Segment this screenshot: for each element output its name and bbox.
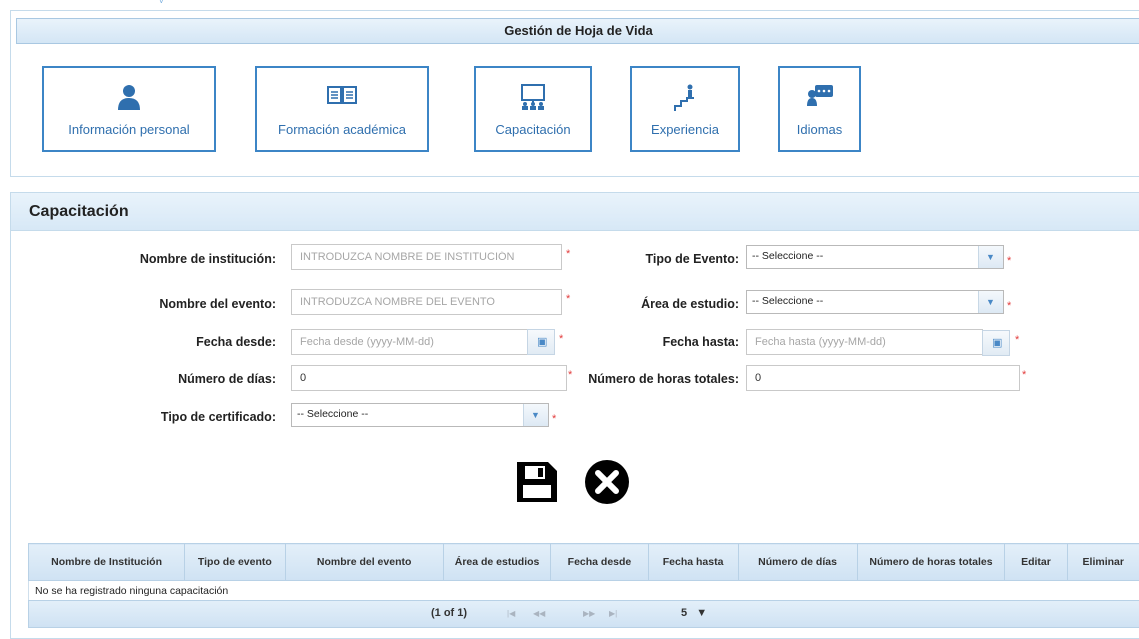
required-mark: *	[552, 413, 557, 425]
date-to-label: Fecha hasta:	[662, 335, 739, 349]
cv-management-panel: Gestión de Hoja de Vida Información pers…	[10, 10, 1139, 177]
dropdown-button[interactable]: ▼	[978, 291, 1003, 313]
training-table: Nombre de Institución Tipo de evento Nom…	[27, 543, 1139, 602]
column-header[interactable]: Área de estudios	[442, 543, 552, 581]
column-header[interactable]: Tipo de evento	[184, 543, 286, 581]
column-header[interactable]: Número de días	[737, 543, 858, 581]
days-input[interactable]	[291, 365, 567, 391]
event-name-label: Nombre del evento:	[159, 297, 276, 311]
study-area-label: Área de estudio:	[641, 297, 739, 311]
last-page-icon[interactable]: ▶|	[609, 609, 617, 618]
nav-card-languages[interactable]: Idiomas	[778, 66, 861, 152]
open-book-icon	[257, 84, 427, 110]
training-form-panel: Capacitación Nombre de institución: * Ti…	[10, 192, 1139, 639]
close-circle-icon[interactable]	[584, 459, 630, 505]
event-type-select[interactable]: -- Seleccione -- ▼	[746, 245, 1004, 269]
certificate-type-label: Tipo de certificado:	[160, 410, 276, 424]
table-row: No se ha registrado ninguna capacitación	[28, 580, 1139, 602]
certificate-type-value: -- Seleccione --	[297, 408, 369, 420]
rows-per-page-value: 5	[681, 607, 688, 619]
nav-card-label: Capacitación	[495, 122, 571, 137]
training-panel-header: Capacitación	[11, 193, 1139, 231]
chevron-down-icon: ▼	[531, 410, 540, 420]
required-mark: *	[1007, 255, 1012, 267]
event-type-label: Tipo de Evento:	[645, 252, 739, 266]
study-area-value: -- Seleccione --	[752, 295, 824, 307]
nav-card-academic[interactable]: Formación académica	[255, 66, 429, 152]
column-header[interactable]: Nombre de Institución	[27, 543, 186, 581]
hours-label: Número de horas totales:	[588, 372, 739, 386]
empty-message: No se ha registrado ninguna capacitación	[28, 580, 1139, 602]
page-info: (1 of 1)	[431, 607, 468, 619]
required-mark: *	[566, 293, 571, 305]
first-page-icon[interactable]: |◀	[507, 609, 515, 618]
date-from-label: Fecha desde:	[196, 335, 276, 349]
nav-card-label: Experiencia	[651, 122, 719, 137]
table-header-row: Nombre de Institución Tipo de evento Nom…	[27, 543, 1139, 581]
paginator: (1 of 1) |◀ ◀◀ ▶▶ ▶| 5 ▼	[28, 600, 1139, 628]
calendar-icon: ▣	[992, 337, 1003, 349]
previous-page-icon[interactable]: ◀◀	[533, 609, 545, 618]
floppy-disk-icon[interactable]	[514, 459, 560, 505]
chevron-down-icon: ▼	[986, 252, 995, 262]
dropdown-button[interactable]: ▼	[978, 246, 1003, 268]
nav-card-experience[interactable]: Experiencia	[630, 66, 740, 152]
calendar-icon: ▣	[537, 336, 548, 348]
chevron-down-icon: ▼	[986, 297, 995, 307]
event-name-input[interactable]	[291, 289, 562, 315]
institution-label: Nombre de institución:	[139, 252, 276, 266]
column-header[interactable]: Fecha hasta	[647, 543, 739, 581]
panel-title: Gestión de Hoja de Vida	[16, 18, 1139, 44]
presentation-board-icon	[476, 84, 590, 110]
nav-card-label: Idiomas	[796, 122, 843, 137]
rows-per-page-select[interactable]: 5 ▼	[681, 607, 707, 619]
nav-card-label: Información personal	[68, 122, 190, 137]
person-icon	[44, 84, 214, 110]
dropdown-button[interactable]: ▼	[523, 404, 548, 426]
date-to-input[interactable]	[746, 329, 983, 355]
date-to-calendar-button[interactable]: ▣	[982, 330, 1010, 356]
required-mark: *	[559, 333, 564, 345]
stairs-climb-icon	[632, 84, 738, 111]
required-mark: *	[566, 248, 571, 260]
hours-input[interactable]	[746, 365, 1020, 391]
required-mark: *	[568, 369, 573, 381]
training-panel-title: Capacitación	[29, 203, 129, 220]
speech-bubble-icon	[780, 84, 859, 110]
date-from-calendar-button[interactable]: ▣	[527, 329, 555, 355]
column-header[interactable]: Número de horas totales	[856, 543, 1006, 581]
required-mark: *	[1022, 369, 1027, 381]
nav-card-training[interactable]: Capacitación	[474, 66, 592, 152]
next-page-icon[interactable]: ▶▶	[583, 609, 595, 618]
column-header: Eliminar	[1066, 543, 1139, 581]
chevron-down-icon: ▼	[696, 607, 708, 619]
top-marker-glyph: ˅	[159, 0, 164, 6]
nav-card-label: Formación académica	[278, 122, 406, 137]
certificate-type-select[interactable]: -- Seleccione -- ▼	[291, 403, 549, 427]
column-header: Editar	[1004, 543, 1068, 581]
event-type-value: -- Seleccione --	[752, 250, 824, 262]
study-area-select[interactable]: -- Seleccione -- ▼	[746, 290, 1004, 314]
nav-card-personal-info[interactable]: Información personal	[42, 66, 216, 152]
column-header[interactable]: Nombre del evento	[284, 543, 444, 581]
date-from-input[interactable]	[291, 329, 528, 355]
column-header[interactable]: Fecha desde	[550, 543, 649, 581]
days-label: Número de días:	[178, 372, 276, 386]
required-mark: *	[1007, 300, 1012, 312]
institution-input[interactable]	[291, 244, 562, 270]
required-mark: *	[1015, 334, 1020, 346]
